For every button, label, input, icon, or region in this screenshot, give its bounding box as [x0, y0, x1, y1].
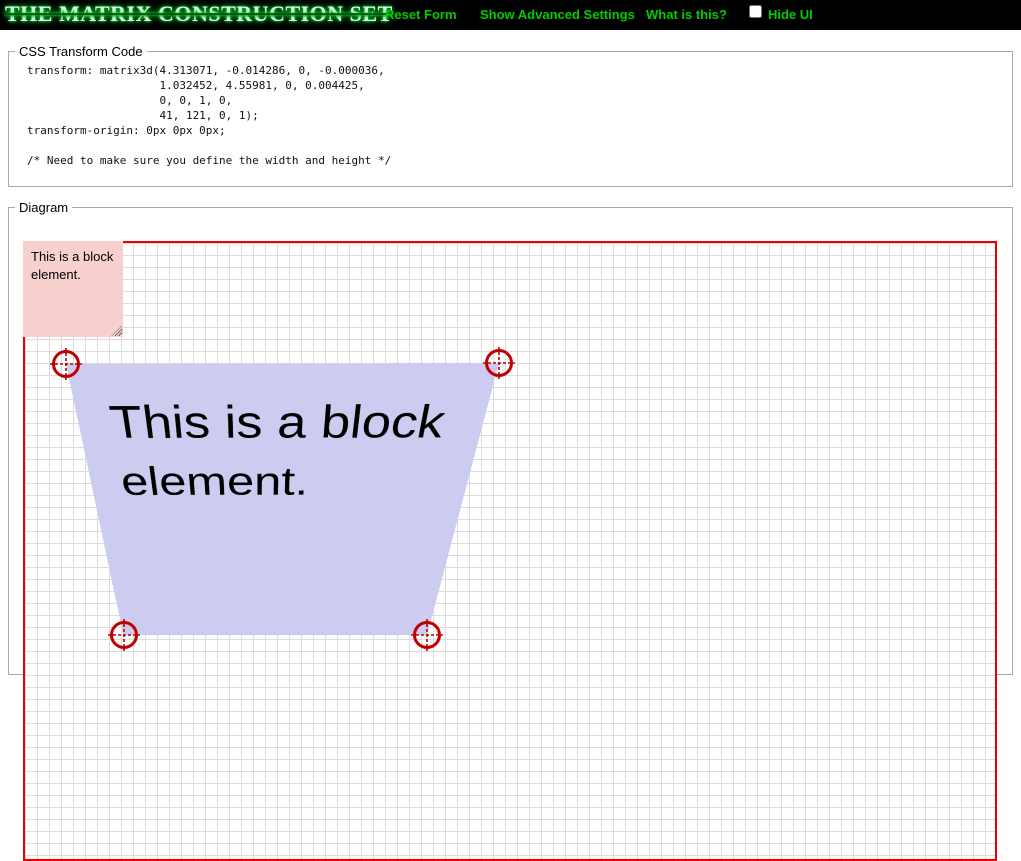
- transformed-block-text: This is a block element.: [106, 394, 450, 503]
- crosshair-target-icon: [483, 347, 515, 379]
- hide-ui-checkbox[interactable]: [749, 5, 762, 18]
- transformed-block-element: This is a block element.: [66, 363, 499, 635]
- crosshair-target-icon: [50, 348, 82, 380]
- css-transform-code-legend: CSS Transform Code: [15, 44, 147, 59]
- what-is-this-link[interactable]: What is this?: [646, 7, 727, 22]
- resize-grip-icon[interactable]: [111, 325, 122, 336]
- crosshair-target-icon: [411, 619, 443, 651]
- header-bar: THE MATRIX CONSTRUCTION SET Reset Form S…: [0, 0, 1021, 30]
- transform-stage-grid: This is a block element. This is a block…: [23, 241, 997, 861]
- corner-handle-bottom-right[interactable]: [411, 619, 443, 651]
- hide-ui-label[interactable]: Hide UI: [768, 7, 813, 22]
- transform-code-output[interactable]: transform: matrix3d(4.313071, -0.014286,…: [27, 63, 1012, 171]
- reset-form-link[interactable]: Reset Form: [385, 7, 457, 22]
- diagram-panel: Diagram This is a block element. This is…: [8, 200, 1013, 675]
- css-transform-code-panel: CSS Transform Code transform: matrix3d(4…: [8, 44, 1013, 187]
- corner-handle-top-left[interactable]: [50, 348, 82, 380]
- diagram-legend: Diagram: [15, 200, 72, 215]
- original-block-element[interactable]: This is a block element.: [23, 241, 123, 337]
- crosshair-target-icon: [108, 619, 140, 651]
- corner-handle-top-right[interactable]: [483, 347, 515, 379]
- app-title: THE MATRIX CONSTRUCTION SET: [5, 1, 393, 27]
- corner-handle-bottom-left[interactable]: [108, 619, 140, 651]
- show-advanced-settings-link[interactable]: Show Advanced Settings: [480, 7, 635, 22]
- original-block-text: This is a block element.: [31, 249, 113, 282]
